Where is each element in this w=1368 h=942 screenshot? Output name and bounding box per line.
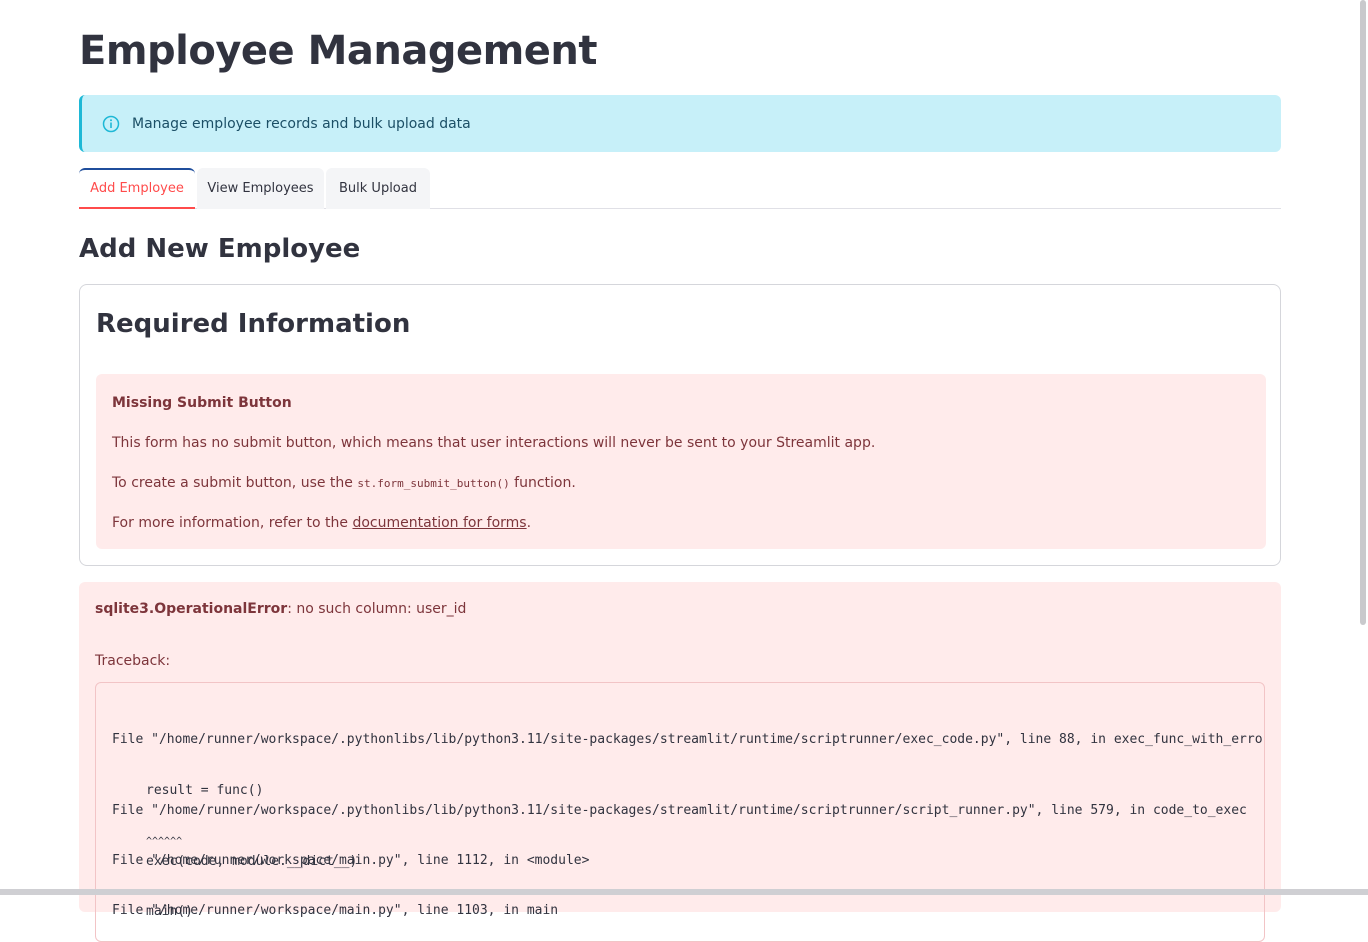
section-title: Add New Employee [79,234,361,264]
error-message: : no such column: user_id [287,601,467,617]
error-box: sqlite3.OperationalError: no such column… [79,582,1281,942]
info-alert-text: Manage employee records and bulk upload … [132,115,471,132]
tab-view-employees[interactable]: View Employees [197,168,324,209]
warning-heading: Missing Submit Button [112,395,292,411]
warning-line-2-prefix: To create a submit button, use the [112,475,358,491]
info-alert: Manage employee records and bulk upload … [79,95,1281,152]
error-heading: sqlite3.OperationalError: no such column… [95,601,466,617]
frame-file-line: File "/home/runner/workspace/main.py", l… [112,903,559,918]
form-title: Required Information [96,309,411,339]
warning-line-3-prefix: For more information, refer to the [112,515,353,531]
frame-file-line: File "/home/runner/workspace/main.py", l… [112,853,590,868]
frame-file-line: File "/home/runner/workspace/.pythonlibs… [112,732,1265,747]
traceback-code-block: File "/home/runner/workspace/.pythonlibs… [95,682,1265,942]
forms-documentation-link[interactable]: documentation for forms [352,515,526,531]
frame-file-line: File "/home/runner/workspace/.pythonlibs… [112,803,1247,818]
traceback-frame: File "/home/runner/workspace/main.py", l… [112,870,559,941]
horizontal-scrollbar[interactable] [0,889,1368,895]
page-title: Employee Management [79,28,598,74]
error-type: sqlite3.OperationalError [95,601,288,617]
vertical-scrollbar[interactable] [1360,0,1366,625]
warning-line-3: For more information, refer to the docum… [112,514,1250,533]
warning-line-3-suffix: . [526,515,532,531]
missing-submit-warning: Missing Submit Button This form has no s… [96,374,1266,549]
tab-bulk-upload[interactable]: Bulk Upload [326,168,430,209]
info-circle-icon [102,115,120,133]
warning-line-1: This form has no submit button, which me… [112,435,876,451]
traceback-label: Traceback: [95,653,171,669]
warning-line-2: To create a submit button, use the st.fo… [112,474,1250,493]
tab-bar: Add Employee View Employees Bulk Upload [79,168,1281,209]
employee-form: Required Information Missing Submit Butt… [79,284,1281,566]
tab-add-employee[interactable]: Add Employee [79,168,195,209]
submit-function-code: st.form_submit_button() [357,477,510,490]
warning-line-2-suffix: function. [509,475,576,491]
